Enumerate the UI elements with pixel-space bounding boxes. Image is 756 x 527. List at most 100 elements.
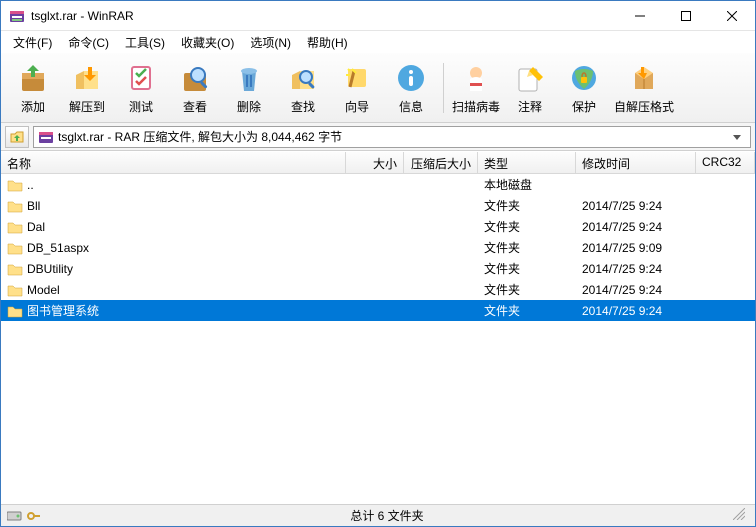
path-field[interactable]: tsglxt.rar - RAR 压缩文件, 解包大小为 8,044,462 字…	[33, 126, 751, 148]
row-name: Dal	[27, 220, 45, 234]
status-bar: 总计 6 文件夹	[1, 504, 755, 526]
row-name: ..	[27, 178, 34, 192]
list-row[interactable]: Model 文件夹 2014/7/25 9:24	[1, 279, 755, 300]
row-name: Model	[27, 283, 60, 297]
list-row[interactable]: .. 本地磁盘	[1, 174, 755, 195]
row-type: 文件夹	[484, 239, 520, 256]
list-row[interactable]: DBUtility 文件夹 2014/7/25 9:24	[1, 258, 755, 279]
comment-button[interactable]: 注释	[504, 57, 556, 119]
status-left	[7, 510, 41, 522]
file-list: 名称 大小 压缩后大小 类型 修改时间 CRC32 .. 本地磁盘 Bll 文件夹 20…	[1, 151, 755, 504]
window-title: tsglxt.rar - WinRAR	[31, 9, 617, 23]
wizard-button[interactable]: 向导	[331, 57, 383, 119]
test-label: 测试	[129, 98, 153, 115]
app-icon	[9, 8, 25, 24]
add-icon	[15, 60, 51, 96]
col-crc[interactable]: CRC32	[696, 152, 755, 173]
toolbar-separator	[443, 63, 444, 113]
row-type: 文件夹	[484, 302, 520, 319]
test-icon	[123, 60, 159, 96]
maximize-button[interactable]	[663, 1, 709, 31]
comment-label: 注释	[518, 98, 542, 115]
extract-icon	[69, 60, 105, 96]
menu-favorites[interactable]: 收藏夹(O)	[173, 32, 242, 53]
protect-icon	[566, 60, 602, 96]
find-icon	[285, 60, 321, 96]
disk-icon	[7, 510, 23, 522]
info-icon	[393, 60, 429, 96]
info-label: 信息	[399, 98, 423, 115]
col-type[interactable]: 类型	[478, 152, 576, 173]
col-size[interactable]: 大小	[346, 152, 404, 173]
title-bar: tsglxt.rar - WinRAR	[1, 1, 755, 31]
view-label: 查看	[183, 98, 207, 115]
find-label: 查找	[291, 98, 315, 115]
view-button[interactable]: 查看	[169, 57, 221, 119]
path-text: tsglxt.rar - RAR 压缩文件, 解包大小为 8,044,462 字…	[58, 128, 728, 145]
toolbar: 添加 解压到 测试 查看 删除 查找 向导 信息 扫描病毒 注释 保护	[1, 53, 755, 123]
list-row[interactable]: Dal 文件夹 2014/7/25 9:24	[1, 216, 755, 237]
wizard-icon	[339, 60, 375, 96]
col-packed[interactable]: 压缩后大小	[404, 152, 478, 173]
archive-icon	[38, 129, 54, 145]
add-button[interactable]: 添加	[7, 57, 59, 119]
row-name: Bll	[27, 199, 40, 213]
menu-file[interactable]: 文件(F)	[5, 32, 60, 53]
add-label: 添加	[21, 98, 45, 115]
row-name: DBUtility	[27, 262, 73, 276]
row-name: 图书管理系统	[27, 302, 99, 319]
info-button[interactable]: 信息	[385, 57, 437, 119]
view-icon	[177, 60, 213, 96]
list-row[interactable]: 图书管理系统 文件夹 2014/7/25 9:24	[1, 300, 755, 321]
col-name[interactable]: 名称	[1, 152, 346, 173]
minimize-button[interactable]	[617, 1, 663, 31]
menu-options[interactable]: 选项(N)	[242, 32, 299, 53]
row-modified: 2014/7/25 9:24	[582, 283, 662, 297]
row-modified: 2014/7/25 9:24	[582, 304, 662, 318]
extract-button[interactable]: 解压到	[61, 57, 113, 119]
scan-icon	[458, 60, 494, 96]
row-type: 文件夹	[484, 281, 520, 298]
sfx-label: 自解压格式	[614, 98, 674, 115]
row-modified: 2014/7/25 9:24	[582, 220, 662, 234]
comment-icon	[512, 60, 548, 96]
row-type: 本地磁盘	[484, 176, 532, 193]
list-row[interactable]: Bll 文件夹 2014/7/25 9:24	[1, 195, 755, 216]
path-dropdown[interactable]	[728, 133, 746, 141]
scan-label: 扫描病毒	[452, 98, 500, 115]
row-modified: 2014/7/25 9:24	[582, 199, 662, 213]
menu-bar: 文件(F) 命令(C) 工具(S) 收藏夹(O) 选项(N) 帮助(H)	[1, 31, 755, 53]
menu-commands[interactable]: 命令(C)	[60, 32, 117, 53]
menu-tools[interactable]: 工具(S)	[117, 32, 173, 53]
key-icon	[27, 510, 41, 522]
row-modified: 2014/7/25 9:24	[582, 262, 662, 276]
protect-label: 保护	[572, 98, 596, 115]
scan-button[interactable]: 扫描病毒	[450, 57, 502, 119]
extract-label: 解压到	[69, 98, 105, 115]
column-header: 名称 大小 压缩后大小 类型 修改时间 CRC32	[1, 152, 755, 174]
list-body[interactable]: .. 本地磁盘 Bll 文件夹 2014/7/25 9:24 Dal 文件夹 2014/7/2…	[1, 174, 755, 504]
sfx-icon	[626, 60, 662, 96]
col-modified[interactable]: 修改时间	[576, 152, 696, 173]
up-button[interactable]	[5, 126, 29, 148]
path-bar: tsglxt.rar - RAR 压缩文件, 解包大小为 8,044,462 字…	[1, 123, 755, 151]
sfx-button[interactable]: 自解压格式	[612, 57, 676, 119]
resize-grip[interactable]	[733, 508, 749, 523]
row-type: 文件夹	[484, 218, 520, 235]
protect-button[interactable]: 保护	[558, 57, 610, 119]
row-type: 文件夹	[484, 197, 520, 214]
list-row[interactable]: DB_51aspx 文件夹 2014/7/25 9:09	[1, 237, 755, 258]
row-name: DB_51aspx	[27, 241, 89, 255]
row-modified: 2014/7/25 9:09	[582, 241, 662, 255]
status-summary: 总计 6 文件夹	[41, 507, 733, 524]
delete-label: 删除	[237, 98, 261, 115]
delete-icon	[231, 60, 267, 96]
wizard-label: 向导	[345, 98, 369, 115]
menu-help[interactable]: 帮助(H)	[299, 32, 356, 53]
delete-button[interactable]: 删除	[223, 57, 275, 119]
close-button[interactable]	[709, 1, 755, 31]
row-type: 文件夹	[484, 260, 520, 277]
test-button[interactable]: 测试	[115, 57, 167, 119]
find-button[interactable]: 查找	[277, 57, 329, 119]
up-folder-icon	[9, 129, 25, 145]
